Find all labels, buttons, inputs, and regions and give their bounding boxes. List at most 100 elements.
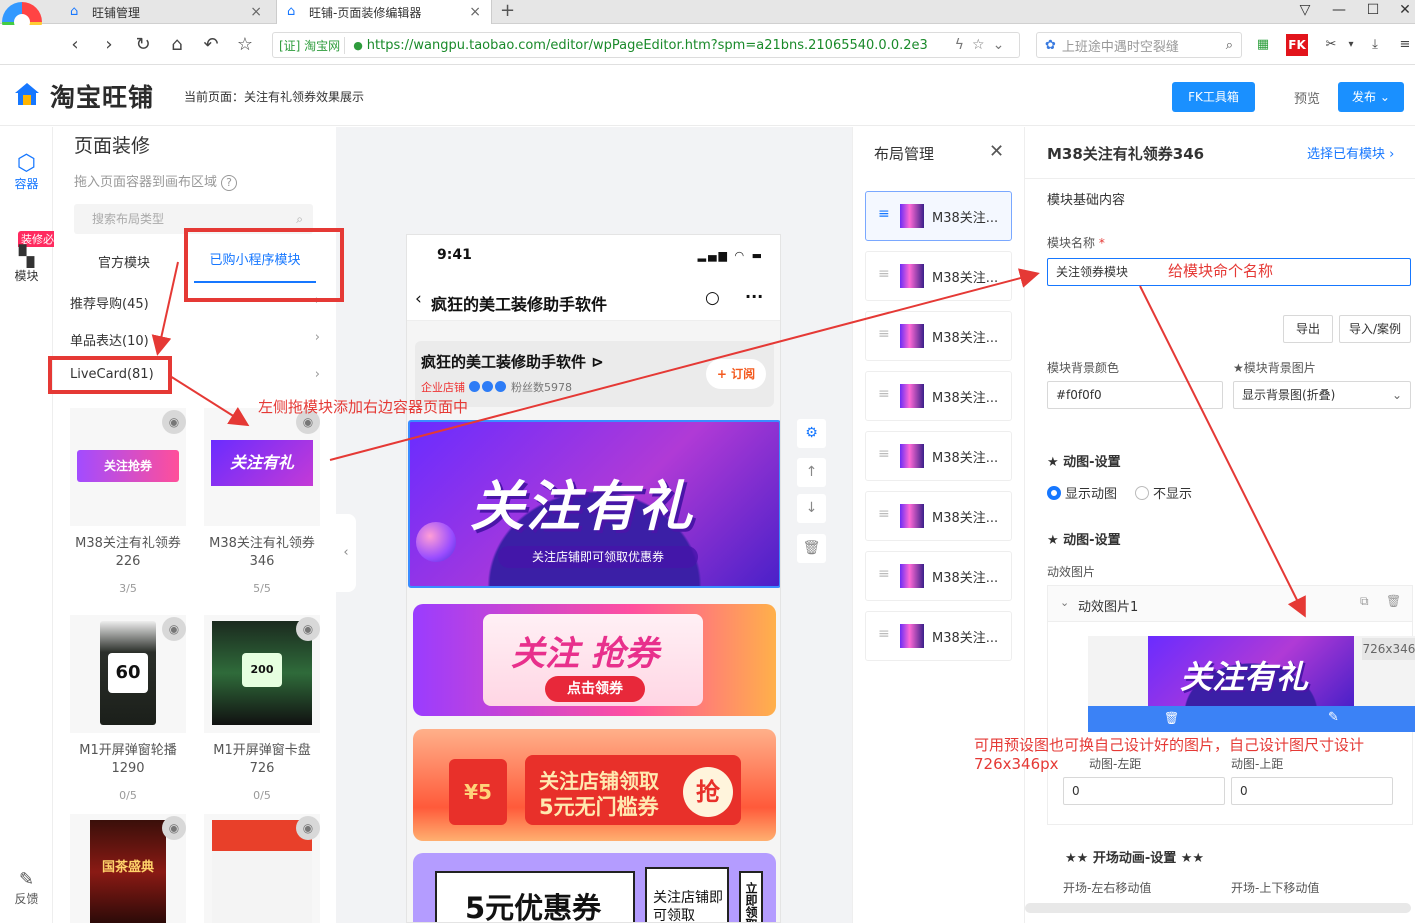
radio-show-anim[interactable]: 显示动图 — [1047, 483, 1117, 502]
drag-handle-icon[interactable]: ≡ — [878, 506, 890, 522]
download-icon[interactable]: ⤓ — [1364, 34, 1386, 56]
module-card[interactable]: ◉ — [204, 814, 320, 923]
tab-page-editor[interactable]: ⌂ 旺铺-页面装修编辑器 × — [276, 0, 492, 24]
search-icon[interactable]: ○ — [705, 288, 720, 308]
reload-button[interactable]: ↻ — [132, 34, 154, 56]
drag-handle-icon[interactable]: ≡ — [878, 386, 890, 402]
drag-handle-icon[interactable]: ≡ — [878, 626, 890, 642]
import-button[interactable]: 导入/案例 — [1339, 315, 1411, 343]
eye-icon[interactable]: ◉ — [162, 816, 186, 840]
move-down-icon[interactable]: ↓ — [797, 494, 826, 523]
layout-item[interactable]: ≡ M38关注... — [865, 371, 1012, 421]
module-card[interactable]: 关注抢券 ◉ M38关注有礼领券 226 3/5 — [70, 408, 186, 595]
eye-icon[interactable]: ◉ — [296, 816, 320, 840]
layout-thumb — [900, 624, 924, 648]
effect-item-header[interactable]: ⌄ 动效图片1 ⧉ 🗑 — [1048, 586, 1412, 622]
fk-toolbox-button[interactable]: FK工具箱 — [1172, 82, 1255, 112]
layout-item[interactable]: ≡ M38关注... — [865, 611, 1012, 661]
minimize-button[interactable]: — — [1322, 0, 1356, 22]
trash-icon[interactable]: 🗑 — [1386, 594, 1401, 608]
tab-wangpu-manage[interactable]: ⌂ 旺铺管理 × — [60, 0, 272, 24]
edit-icon[interactable]: ✎ — [1328, 710, 1339, 725]
module-card[interactable]: 国茶盛典 ◉ — [70, 814, 186, 923]
trash-icon[interactable]: 🗑 — [797, 534, 826, 563]
close-window-button[interactable]: ✕ — [1388, 0, 1415, 22]
drag-handle-icon[interactable]: ≡ — [878, 266, 890, 282]
back-button[interactable]: ‹ — [64, 34, 86, 56]
banner-follow-coupon[interactable]: 关注 抢券 点击领券 — [413, 604, 776, 716]
banner-follow-gift[interactable]: 关注有礼 关注店铺即可领取优惠券 — [408, 420, 780, 588]
copy-icon[interactable]: ⧉ — [1360, 594, 1369, 609]
move-up-icon[interactable]: ↑ — [797, 458, 826, 487]
forward-button[interactable]: › — [98, 34, 120, 56]
top-offset-input[interactable]: 0 — [1231, 777, 1393, 805]
rail-item-feedback[interactable]: ✎ 反馈 — [0, 869, 53, 907]
drag-handle-icon[interactable]: ≡ — [878, 566, 890, 582]
effect-image-preview[interactable]: 关注有礼 726x346 🗑 ✎ — [1088, 636, 1415, 732]
chevron-down-icon[interactable]: ⌄ — [993, 37, 1005, 53]
radio-hide-anim[interactable]: 不显示 — [1135, 483, 1192, 502]
layout-item[interactable]: ≡ M38关注... — [865, 431, 1012, 481]
effect-image-text: 关注有礼 — [1180, 658, 1309, 696]
layout-item[interactable]: ≡ M38关注... — [865, 551, 1012, 601]
export-button[interactable]: 导出 — [1283, 315, 1333, 343]
fk-extension-icon[interactable]: FK — [1286, 34, 1308, 56]
left-offset-input[interactable]: 0 — [1063, 777, 1225, 805]
close-icon[interactable]: ✕ — [989, 141, 1004, 162]
props-title: M38关注有礼领券346 — [1047, 145, 1205, 163]
browser-search-input[interactable]: ✿ 上班途中遇时空裂缝 ⌕ — [1036, 32, 1242, 58]
layout-item[interactable]: ≡ M38关注... — [865, 191, 1012, 241]
eye-icon[interactable]: ◉ — [162, 617, 186, 641]
windows-grid-icon[interactable]: ▦ — [1252, 34, 1274, 56]
lightning-icon[interactable]: ϟ — [955, 37, 964, 53]
subscribe-button[interactable]: + 订阅 — [706, 359, 766, 389]
eye-icon[interactable]: ◉ — [296, 617, 320, 641]
banner-store-coupon[interactable]: ¥5 关注店铺领取 5元无门槛券 抢 — [413, 729, 776, 841]
bg-image-select[interactable]: 显示背景图(折叠) ⌄ — [1233, 381, 1411, 409]
bookmark-star-button[interactable]: ☆ — [234, 34, 256, 56]
rail-item-container[interactable]: ⬡ 容器 — [0, 153, 53, 192]
undo-button[interactable]: ↶ — [200, 34, 222, 56]
layout-item[interactable]: ≡ M38关注... — [865, 311, 1012, 361]
more-icon[interactable]: ··· — [745, 287, 763, 306]
module-card[interactable]: 关注有礼 ◉ M38关注有礼领券 346 5/5 — [204, 408, 320, 595]
select-existing-link[interactable]: 选择已有模块 › — [1307, 143, 1394, 162]
publish-button[interactable]: 发布 ⌄ — [1338, 82, 1404, 112]
gear-icon[interactable]: ⚙ — [797, 419, 826, 448]
url-text[interactable]: https://wangpu.taobao.com/editor/wpPageE… — [367, 38, 947, 53]
layout-thumb — [900, 384, 924, 408]
star-icon[interactable]: ☆ — [972, 37, 985, 53]
close-tab-icon[interactable]: × — [469, 4, 481, 20]
chevron-right-circle-icon: ⊳ — [591, 353, 604, 371]
url-field[interactable]: [证] 淘宝网 ● https://wangpu.taobao.com/edit… — [272, 32, 1020, 58]
help-icon[interactable]: ? — [221, 175, 238, 191]
shirt-icon[interactable]: ▽ — [1288, 0, 1322, 22]
new-tab-button[interactable]: + — [500, 0, 515, 22]
drag-handle-icon[interactable]: ≡ — [878, 326, 890, 342]
banner-five-yuan[interactable]: 5元优惠券 关注店铺即可领取 立即领取 — [413, 853, 776, 922]
maximize-button[interactable]: ☐ — [1356, 0, 1390, 22]
horizontal-scrollbar[interactable] — [1025, 903, 1411, 913]
trash-icon[interactable]: 🗑 — [1164, 711, 1179, 725]
drag-handle-icon[interactable]: ≡ — [878, 206, 890, 222]
home-button[interactable]: ⌂ — [166, 34, 188, 56]
close-tab-icon[interactable]: × — [250, 4, 262, 20]
eye-icon[interactable]: ◉ — [162, 410, 186, 434]
category-single-item[interactable]: 单品表达(10) › — [70, 330, 326, 349]
collapse-panel-button[interactable]: ‹ — [336, 514, 356, 592]
layout-item[interactable]: ≡ M38关注... — [865, 251, 1012, 301]
module-card[interactable]: 200 ◉ M1开屏弹窗卡盘 726 0/5 — [204, 615, 320, 802]
bg-color-input[interactable]: #f0f0f0 — [1047, 381, 1223, 409]
module-card[interactable]: 60 ◉ M1开屏弹窗轮播 1290 0/5 — [70, 615, 186, 802]
rail-item-modules[interactable]: ▚ 模块 — [0, 245, 53, 284]
preview-button[interactable]: 预览 — [1294, 88, 1320, 107]
search-icon[interactable]: ⌕ — [1226, 38, 1233, 53]
drag-handle-icon[interactable]: ≡ — [878, 446, 890, 462]
menu-icon[interactable]: ≡ — [1394, 34, 1415, 56]
back-icon[interactable]: ‹ — [415, 289, 422, 309]
banner-side-text: 立即领取 — [739, 871, 763, 922]
chevron-down-icon[interactable]: ▾ — [1340, 34, 1362, 56]
layout-item[interactable]: ≡ M38关注... — [865, 491, 1012, 541]
scissors-icon[interactable]: ✂ — [1320, 34, 1342, 56]
tab-official-modules[interactable]: 官方模块 — [98, 252, 150, 271]
